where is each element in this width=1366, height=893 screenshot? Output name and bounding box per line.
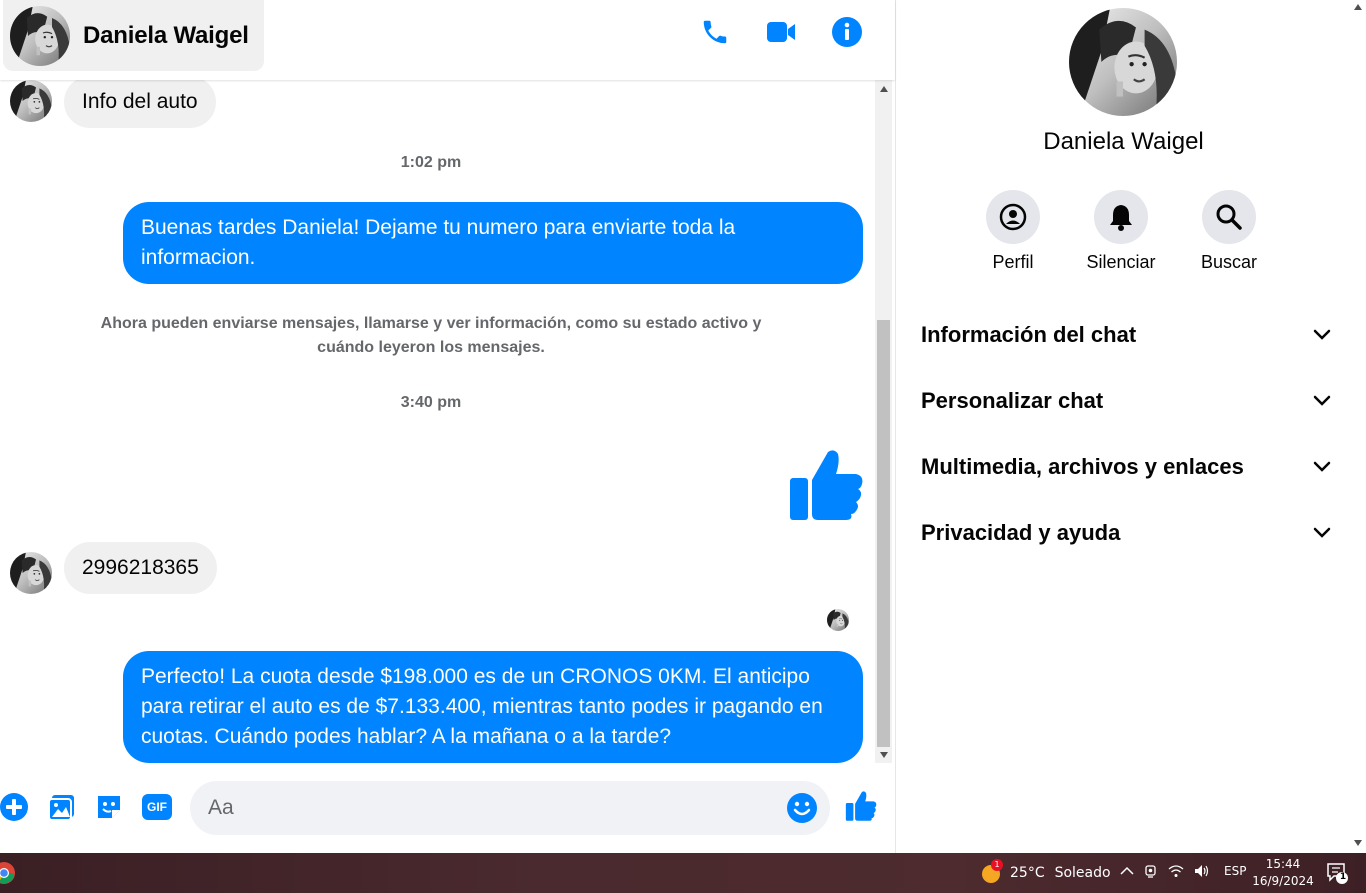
volume-icon[interactable] (1194, 864, 1210, 878)
windows-taskbar: 1 25°C Soleado ESP 15:44 16/9/2024 1 (0, 853, 1366, 893)
plus-icon[interactable] (0, 791, 30, 823)
page-scrollbar[interactable] (1350, 0, 1366, 853)
phone-icon[interactable] (697, 14, 733, 50)
search-button[interactable]: Buscar (1174, 190, 1284, 273)
info-contact-name: Daniela Waigel (1043, 128, 1204, 155)
profile-label: Perfil (992, 252, 1034, 272)
contact-header-button[interactable]: Daniela Waigel (3, 0, 264, 71)
incoming-message[interactable]: Info del auto (64, 80, 216, 128)
wifi-icon[interactable] (1168, 864, 1184, 878)
message-input[interactable] (190, 781, 830, 835)
chat-header: Daniela Waigel (0, 0, 895, 80)
outgoing-message[interactable]: Buenas tardes Daniela! Dejame tu numero … (123, 202, 863, 284)
send-like-icon[interactable] (845, 790, 877, 822)
notification-count: 1 (1339, 872, 1347, 882)
scroll-down-arrow[interactable] (875, 746, 892, 763)
clock-date: 16/9/2024 (1252, 874, 1314, 888)
outgoing-message[interactable]: Perfecto! La cuota desde $198.000 es de … (123, 651, 863, 763)
read-receipt-avatar (827, 609, 849, 631)
clock-time: 15:44 (1265, 857, 1301, 871)
sun-icon: 1 (980, 859, 1003, 884)
contact-name: Daniela Waigel (83, 21, 249, 49)
section-privacy-help[interactable]: Privacidad y ayuda (921, 508, 1331, 558)
message-timestamp: 1:02 pm (400, 154, 462, 171)
section-chat-info[interactable]: Información del chat (921, 310, 1331, 360)
profile-icon (986, 190, 1040, 244)
section-media-files-links[interactable]: Multimedia, archivos y enlaces (921, 442, 1331, 492)
thumbs-up-icon[interactable] (788, 448, 864, 522)
mute-label: Silenciar (1086, 252, 1156, 272)
mute-button[interactable]: Silenciar (1066, 190, 1176, 273)
incoming-message[interactable]: 2996218365 (64, 542, 217, 594)
chrome-icon[interactable] (0, 861, 24, 885)
weather-temp: 25°C (1010, 865, 1045, 881)
scroll-thumb[interactable] (877, 320, 890, 747)
weather-badge: 1 (991, 859, 1003, 871)
chevron-down-icon (1313, 527, 1331, 538)
search-icon (1202, 190, 1256, 244)
search-label: Buscar (1200, 252, 1258, 272)
video-icon[interactable] (763, 14, 799, 50)
system-notice: Ahora pueden enviarse mensajes, llamarse… (100, 315, 762, 356)
conversation-info-panel: Daniela Waigel Perfil Silenciar Buscar I… (895, 0, 1350, 853)
gif-button[interactable]: GIF (140, 791, 174, 823)
scroll-down-arrow[interactable] (1354, 840, 1362, 846)
bell-icon (1094, 190, 1148, 244)
contact-avatar[interactable] (10, 6, 70, 66)
meet-now-icon[interactable] (1144, 863, 1158, 879)
chevron-down-icon (1313, 461, 1331, 472)
info-icon[interactable] (829, 14, 865, 50)
clock[interactable]: 15:44 16/9/2024 (1248, 856, 1318, 890)
system-tray: ESP (1120, 863, 1246, 879)
message-scrollbar[interactable] (875, 80, 892, 763)
weather-widget[interactable]: 1 25°C Soleado (980, 859, 1111, 884)
language-indicator[interactable]: ESP (1224, 864, 1246, 878)
sender-avatar[interactable] (10, 552, 52, 594)
chevron-down-icon (1313, 329, 1331, 340)
section-customize-chat[interactable]: Personalizar chat (921, 376, 1331, 426)
weather-desc: Soleado (1054, 865, 1111, 881)
chevron-up-icon[interactable] (1120, 866, 1134, 876)
chevron-down-icon (1313, 395, 1331, 406)
scroll-up-arrow[interactable] (875, 80, 892, 97)
profile-button[interactable]: Perfil (958, 190, 1068, 273)
scroll-up-arrow[interactable] (1354, 4, 1362, 10)
image-icon[interactable] (46, 791, 78, 823)
info-avatar[interactable] (1069, 8, 1177, 116)
message-composer: GIF (0, 763, 895, 853)
sticker-icon[interactable] (93, 791, 125, 823)
gif-label: GIF (147, 800, 167, 814)
emoji-icon[interactable] (786, 792, 818, 824)
message-list[interactable]: Info del auto 1:02 pm Buenas tardes Dani… (0, 80, 875, 763)
sender-avatar[interactable] (10, 80, 52, 122)
notification-center-icon[interactable]: 1 (1322, 861, 1352, 885)
message-timestamp: 3:40 pm (400, 394, 462, 411)
chat-pane: Daniela Waigel Info del auto 1:02 pm Bue… (0, 0, 895, 853)
